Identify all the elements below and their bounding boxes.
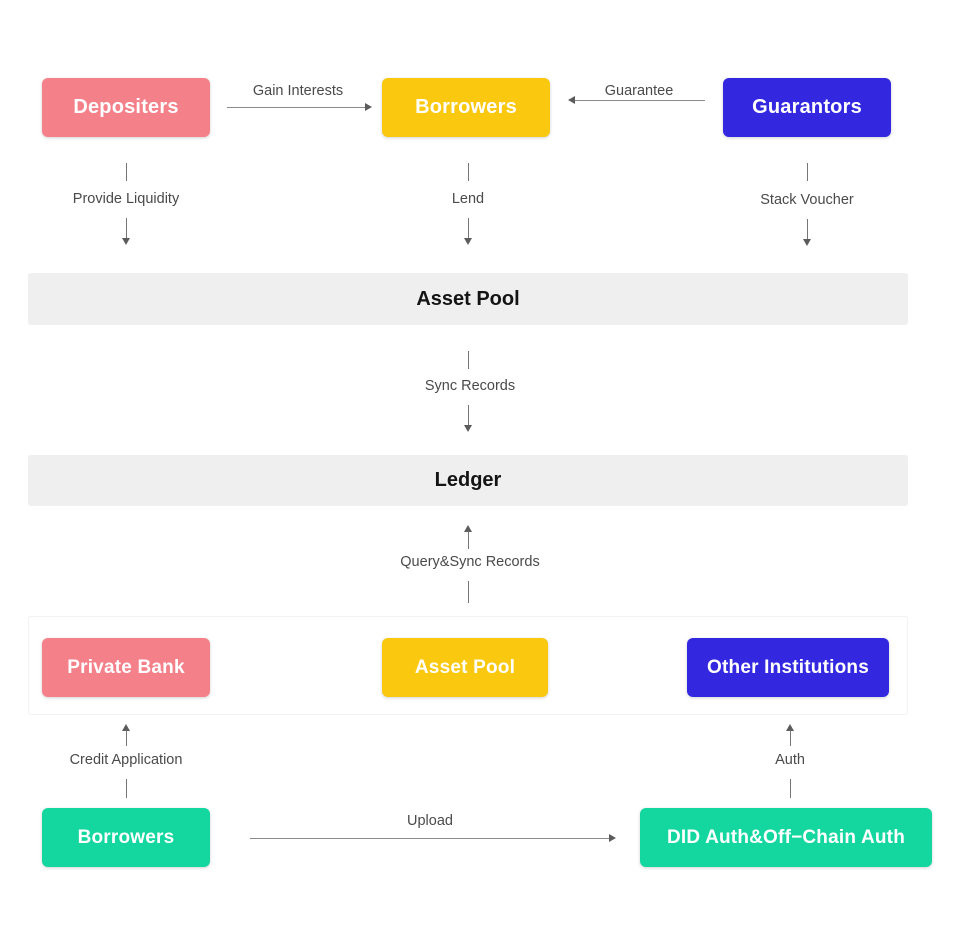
arrow-down-icon-lend — [464, 238, 472, 245]
connector-line-query-sync-records-top — [468, 531, 469, 549]
architecture-diagram: Depositers Borrowers Guarantors Gain Int… — [0, 0, 960, 926]
node-private-bank-label: Private Bank — [67, 656, 185, 678]
connector-label-sync-records: Sync Records — [424, 378, 516, 394]
node-other-institutions[interactable]: Other Institutions — [687, 638, 889, 697]
connector-line-stack-voucher-bottom — [807, 219, 808, 241]
connector-line-sync-records-top — [468, 351, 469, 369]
connector-line-credit-application-top — [126, 730, 127, 746]
node-borrowers-bottom-label: Borrowers — [77, 826, 175, 848]
connector-line-provide-liquidity-top — [126, 163, 127, 181]
band-asset-pool-label: Asset Pool — [416, 287, 520, 310]
node-did-auth[interactable]: DID Auth&Off−Chain Auth — [640, 808, 932, 867]
node-depositers[interactable]: Depositers — [42, 78, 210, 137]
node-did-auth-label: DID Auth&Off−Chain Auth — [666, 826, 906, 848]
connector-label-stack-voucher: Stack Voucher — [760, 192, 854, 208]
node-depositers-label: Depositers — [73, 96, 179, 118]
node-guarantors-label: Guarantors — [752, 96, 862, 118]
arrow-down-icon-stack-voucher — [803, 239, 811, 246]
arrow-left-icon-guarantee — [568, 96, 575, 104]
arrow-down-icon-sync-records — [464, 425, 472, 432]
connector-line-upload — [250, 838, 610, 839]
connector-label-upload: Upload — [407, 813, 453, 829]
connector-line-credit-application-bottom — [126, 779, 127, 798]
connector-label-auth: Auth — [775, 752, 805, 768]
connector-line-auth-bottom — [790, 779, 791, 798]
connector-label-lend: Lend — [451, 191, 485, 207]
connector-label-gain-interests: Gain Interests — [252, 83, 344, 99]
connector-label-credit-application: Credit Application — [69, 752, 183, 768]
arrow-right-icon-gain-interests — [365, 103, 372, 111]
connector-label-provide-liquidity: Provide Liquidity — [72, 191, 180, 207]
connector-line-gain-interests — [227, 107, 365, 108]
node-asset-pool-label: Asset Pool — [414, 656, 516, 678]
node-asset-pool[interactable]: Asset Pool — [382, 638, 548, 697]
connector-line-lend-top — [468, 163, 469, 181]
node-other-institutions-label: Other Institutions — [707, 656, 869, 678]
band-asset-pool[interactable]: Asset Pool — [28, 273, 908, 325]
connector-line-query-sync-records-bottom — [468, 581, 469, 603]
connector-line-stack-voucher-top — [807, 163, 808, 181]
node-borrowers-label: Borrowers — [415, 96, 517, 118]
node-borrowers-bottom[interactable]: Borrowers — [42, 808, 210, 867]
connector-line-guarantee — [575, 100, 705, 101]
connector-label-guarantee: Guarantee — [604, 83, 674, 99]
connector-line-provide-liquidity-bottom — [126, 218, 127, 240]
node-borrowers[interactable]: Borrowers — [382, 78, 550, 137]
connector-label-query-sync-records: Query&Sync Records — [400, 554, 540, 570]
connector-line-lend-bottom — [468, 218, 469, 240]
connector-line-sync-records-bottom — [468, 405, 469, 427]
band-ledger-label: Ledger — [434, 469, 502, 491]
connector-line-auth-top — [790, 730, 791, 746]
band-ledger[interactable]: Ledger — [28, 455, 908, 506]
arrow-down-icon-provide-liquidity — [122, 238, 130, 245]
node-private-bank[interactable]: Private Bank — [42, 638, 210, 697]
node-guarantors[interactable]: Guarantors — [723, 78, 891, 137]
arrow-right-icon-upload — [609, 834, 616, 842]
